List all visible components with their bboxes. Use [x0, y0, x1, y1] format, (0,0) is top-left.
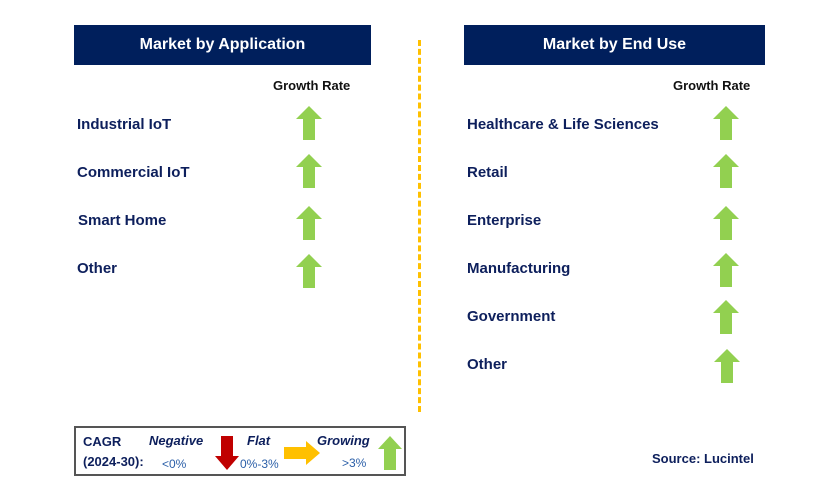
left-item-label: Industrial IoT	[77, 116, 172, 133]
arrow-up-icon	[713, 206, 739, 240]
arrow-up-icon	[296, 106, 322, 140]
right-panel-title: Market by End Use	[464, 25, 765, 65]
left-growth-rate-header: Growth Rate	[273, 78, 351, 93]
legend-period-label: (2024-30):	[83, 454, 144, 469]
legend-negative-label: Negative	[149, 433, 204, 448]
legend-growing-range: >3%	[342, 456, 367, 470]
left-panel-title: Market by Application	[74, 25, 371, 65]
right-growth-rate-header: Growth Rate	[673, 78, 751, 93]
right-item-label: Other	[467, 356, 508, 373]
right-item-label: Retail	[467, 164, 508, 181]
right-item-label: Healthcare & Life Sciences	[467, 116, 659, 133]
arrow-down-icon	[215, 436, 239, 470]
arrow-up-icon	[713, 253, 739, 287]
arrow-up-icon	[713, 300, 739, 334]
right-item-label: Manufacturing	[467, 260, 571, 277]
left-item-label: Commercial IoT	[77, 164, 190, 181]
arrow-up-icon	[296, 206, 322, 240]
arrow-up-icon	[296, 154, 322, 188]
legend-cagr-label: CAGR	[83, 434, 122, 449]
legend-flat-range: 0%-3%	[240, 457, 279, 471]
right-item-label: Enterprise	[467, 212, 542, 229]
arrow-up-icon	[713, 154, 739, 188]
legend-growing-label: Growing	[317, 433, 370, 448]
left-item-label: Smart Home	[78, 212, 167, 229]
right-item-label: Government	[467, 308, 556, 325]
arrow-up-icon	[714, 349, 740, 383]
arrow-up-icon	[378, 436, 402, 470]
source-label: Source: Lucintel	[652, 451, 754, 466]
cagr-legend: CAGR (2024-30): Negative <0% Flat 0%-3% …	[74, 426, 406, 476]
legend-flat-label: Flat	[247, 433, 271, 448]
panel-divider	[418, 40, 421, 412]
arrow-right-icon	[284, 441, 320, 465]
legend-negative-range: <0%	[162, 457, 187, 471]
arrow-up-icon	[713, 106, 739, 140]
left-item-label: Other	[77, 260, 118, 277]
arrow-up-icon	[296, 254, 322, 288]
